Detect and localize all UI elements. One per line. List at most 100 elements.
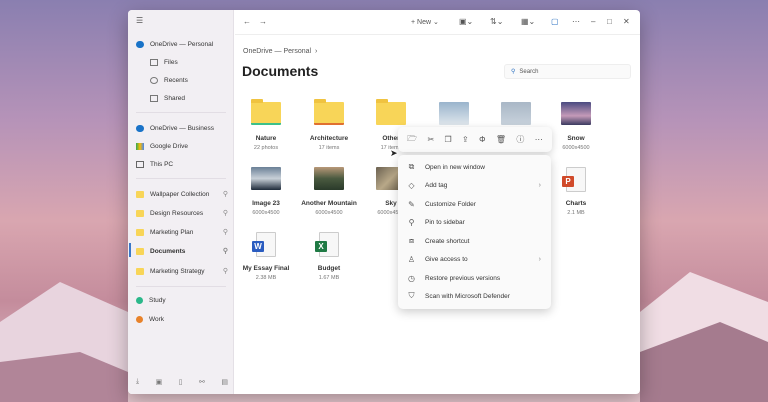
- back-icon[interactable]: ←: [243, 17, 251, 26]
- more-icon[interactable]: ⋯: [535, 135, 543, 144]
- menu-pin-to-sidebar[interactable]: ⚲ Pin to sidebar: [398, 213, 551, 231]
- image-item[interactable]: [424, 102, 484, 125]
- chevron-right-icon: ›: [538, 181, 541, 189]
- folder-item[interactable]: Nature 22 photos: [236, 99, 296, 151]
- powerpoint-badge: P: [562, 176, 574, 187]
- google-drive-icon: [136, 142, 144, 150]
- cloud-icon: [136, 40, 144, 48]
- divider: [136, 112, 226, 113]
- sidebar-item-files[interactable]: Files: [150, 54, 242, 70]
- menu-scan-defender[interactable]: ⛉ Scan with Microsoft Defender: [398, 287, 551, 305]
- pin-icon[interactable]: ⚲: [223, 228, 228, 236]
- folder-icon: [376, 99, 406, 125]
- powerpoint-file-item[interactable]: P Charts 2.1 MB: [546, 167, 606, 216]
- maximize-button[interactable]: □: [607, 17, 612, 26]
- close-button[interactable]: ✕: [623, 17, 630, 26]
- folder-item[interactable]: Architecture 17 items: [299, 99, 359, 151]
- sidebar-item-shared[interactable]: Shared: [150, 90, 242, 106]
- download-icon[interactable]: ⤓: [136, 378, 139, 386]
- sidebar: ☰ OneDrive — Personal Files Recents Shar…: [128, 10, 234, 394]
- image-thumbnail: [501, 102, 531, 125]
- menu-add-tag[interactable]: ◇ Add tag ›: [398, 176, 551, 194]
- folder-icon: [136, 228, 144, 236]
- sidebar-tag-study[interactable]: Study: [136, 292, 228, 308]
- share-icon[interactable]: ⚯: [199, 378, 205, 386]
- folder-icon: [136, 267, 144, 275]
- share-icon[interactable]: ⇪: [462, 135, 469, 144]
- active-indicator: [129, 243, 131, 257]
- menu-open-new-window[interactable]: ⧉ Open in new window: [398, 158, 551, 176]
- word-file-item[interactable]: W My Essay Final 2.38 MB: [236, 232, 296, 281]
- powerpoint-icon: P: [562, 167, 586, 192]
- window-icon[interactable]: ▤: [221, 378, 228, 386]
- breadcrumb[interactable]: OneDrive — Personal ›: [243, 48, 317, 55]
- sort-button[interactable]: ⇅⌄: [490, 17, 503, 26]
- info-icon[interactable]: ⓘ: [516, 134, 524, 145]
- image-thumbnail: [561, 102, 591, 125]
- folder-icon: [251, 99, 281, 125]
- image-item[interactable]: [486, 102, 546, 125]
- edit-icon[interactable]: ▣: [156, 378, 163, 386]
- menu-customize-folder[interactable]: ✎ Customize Folder: [398, 195, 551, 213]
- image-thumbnail: [439, 102, 469, 125]
- folder-icon: [136, 209, 144, 217]
- sidebar-pinned-wallpaper-collection[interactable]: Wallpaper Collection ⚲: [136, 186, 228, 202]
- document-icon[interactable]: ▯: [179, 378, 183, 386]
- cut-icon[interactable]: ✂: [427, 135, 434, 144]
- sidebar-pinned-documents[interactable]: Documents ⚲: [136, 243, 228, 259]
- search-icon: ⚲: [511, 69, 516, 75]
- sidebar-pinned-marketing-strategy[interactable]: Marketing Strategy ⚲: [136, 263, 228, 279]
- sidebar-item-this-pc[interactable]: This PC: [136, 156, 228, 172]
- sidebar-tag-work[interactable]: Work: [136, 311, 228, 327]
- menu-create-shortcut[interactable]: ⧈ Create shortcut: [398, 232, 551, 250]
- divider: [136, 286, 226, 287]
- shortcut-icon: ⧈: [408, 236, 415, 245]
- shield-icon: ⛉: [408, 291, 415, 300]
- more-icon[interactable]: ⋯: [572, 17, 580, 26]
- new-button[interactable]: + New ⌄: [411, 18, 439, 26]
- open-folder-icon[interactable]: 🗁: [407, 133, 417, 147]
- folder-icon: [314, 99, 344, 125]
- image-item[interactable]: Snow 6000x4500: [546, 102, 606, 151]
- open-external-icon: ⧉: [408, 162, 415, 171]
- context-toolbar: 🗁 ✂ ❐ ⇪ Φ 🗑 ⓘ ⋯: [398, 127, 552, 152]
- divider: [136, 178, 226, 179]
- view-button[interactable]: ▦⌄: [521, 17, 535, 26]
- image-item[interactable]: Image 23 6000x4500: [236, 167, 296, 216]
- sidebar-item-google-drive[interactable]: Google Drive: [136, 138, 228, 154]
- rename-icon[interactable]: Φ: [479, 135, 485, 144]
- file-explorer-window: ☰ OneDrive — Personal Files Recents Shar…: [128, 10, 640, 394]
- hamburger-menu-icon[interactable]: ☰: [136, 16, 143, 25]
- excel-badge: X: [315, 241, 327, 252]
- forward-icon[interactable]: →: [259, 17, 267, 26]
- folder-icon: [136, 247, 144, 255]
- sidebar-item-onedrive-personal[interactable]: OneDrive — Personal: [136, 36, 228, 52]
- shared-icon: [150, 94, 158, 102]
- sidebar-item-recents[interactable]: Recents: [150, 72, 242, 88]
- search-input[interactable]: ⚲ Search: [504, 64, 631, 79]
- details-pane-icon[interactable]: ▢: [551, 17, 559, 26]
- pin-icon[interactable]: ⚲: [223, 267, 228, 275]
- clock-icon: [150, 76, 158, 84]
- tag-dot-icon: [136, 296, 143, 304]
- copy-icon[interactable]: ❐: [445, 135, 452, 144]
- image-thumbnail: [251, 167, 281, 190]
- history-icon: ◷: [408, 273, 415, 283]
- tag-icon: ◇: [408, 180, 415, 190]
- menu-restore-versions[interactable]: ◷ Restore previous versions: [398, 269, 551, 287]
- pin-icon[interactable]: ⚲: [223, 190, 228, 198]
- pin-icon: ⚲: [408, 217, 415, 227]
- menu-give-access[interactable]: ♙ Give access to ›: [398, 250, 551, 268]
- image-item[interactable]: Another Mountain 6000x4500: [299, 167, 359, 216]
- word-icon: W: [252, 232, 276, 257]
- delete-icon[interactable]: 🗑: [496, 135, 506, 144]
- clipboard-button[interactable]: ▣⌄: [459, 17, 473, 26]
- pin-icon[interactable]: ⚲: [223, 247, 228, 255]
- sidebar-item-onedrive-business[interactable]: OneDrive — Business: [136, 120, 228, 136]
- sidebar-pinned-design-resources[interactable]: Design Resources ⚲: [136, 205, 228, 221]
- pin-icon[interactable]: ⚲: [223, 209, 228, 217]
- minimize-button[interactable]: –: [591, 17, 595, 26]
- context-menu: ⧉ Open in new window ◇ Add tag › ✎ Customize…: [398, 155, 551, 309]
- excel-file-item[interactable]: X Budget 1.67 MB: [299, 232, 359, 281]
- sidebar-pinned-marketing-plan[interactable]: Marketing Plan ⚲: [136, 224, 228, 240]
